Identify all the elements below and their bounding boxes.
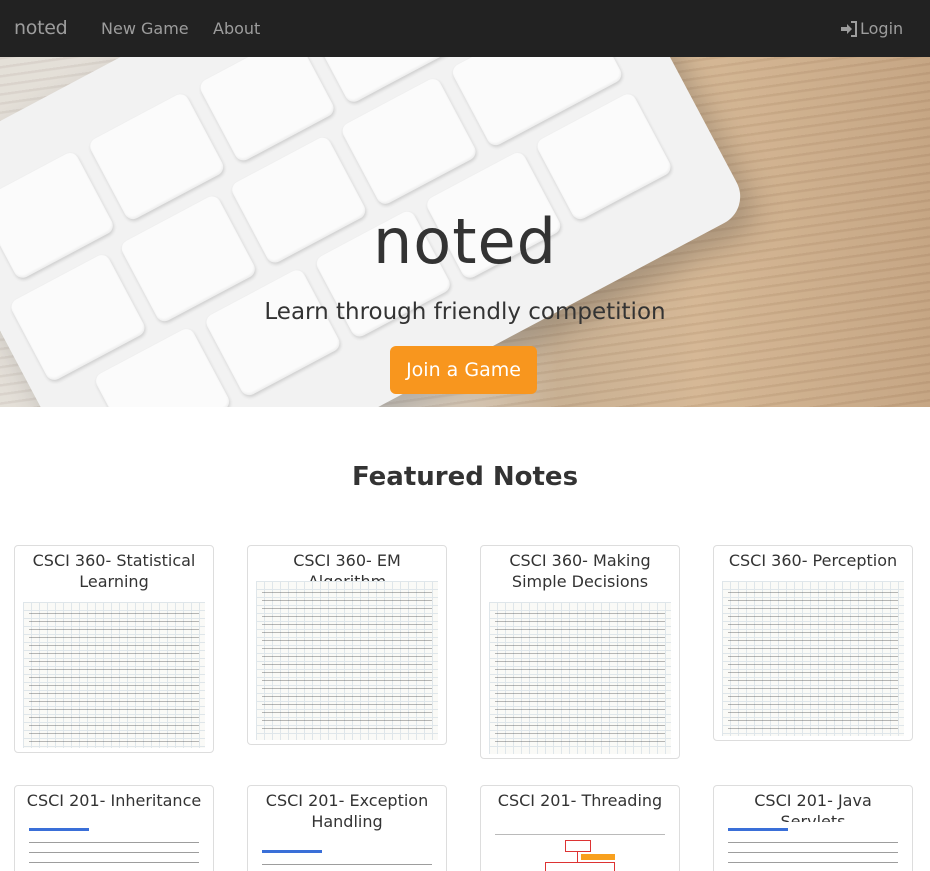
nav-about[interactable]: About	[213, 19, 260, 38]
note-card[interactable]: CSCI 360- Perception	[713, 545, 913, 741]
note-thumbnail	[489, 822, 671, 871]
note-card[interactable]: CSCI 201- Inheritance	[14, 785, 214, 871]
note-thumbnail	[722, 822, 904, 871]
login-link[interactable]: Login	[840, 19, 903, 38]
card-title: CSCI 360- Perception	[728, 551, 898, 570]
card-title: CSCI 201- Inheritance	[26, 791, 202, 810]
nav-new-game[interactable]: New Game	[101, 19, 189, 38]
note-card[interactable]: CSCI 360- Statistical Learning	[14, 545, 214, 753]
sign-in-icon	[841, 20, 857, 37]
hero-title: noted	[372, 205, 558, 278]
note-thumbnail	[256, 844, 438, 871]
note-card[interactable]: CSCI 201- Threading	[480, 785, 680, 871]
note-card[interactable]: CSCI 201- Java Servlets	[713, 785, 913, 871]
login-label: Login	[860, 19, 904, 38]
note-card[interactable]: CSCI 360- EM Algorithm	[247, 545, 447, 745]
note-thumbnail	[722, 581, 904, 736]
note-card[interactable]: CSCI 201- Exception Handling	[247, 785, 447, 871]
navbar: noted New Game About Login	[0, 0, 930, 57]
hero-subtitle: Learn through friendly competition	[264, 299, 666, 325]
hero-banner: noted Learn through friendly competition…	[0, 57, 930, 407]
join-game-button[interactable]: Join a Game	[390, 346, 537, 394]
card-title: CSCI 201- Threading	[497, 791, 663, 810]
card-title: CSCI 360- Making Simple Decisions	[509, 551, 651, 591]
brand-logo[interactable]: noted	[14, 17, 68, 39]
card-title: CSCI 360- Statistical Learning	[32, 551, 196, 591]
note-thumbnail	[23, 822, 205, 871]
note-thumbnail	[489, 602, 671, 754]
featured-notes-heading: Featured Notes	[351, 462, 579, 492]
card-title: CSCI 201- Exception Handling	[265, 791, 429, 831]
note-thumbnail	[23, 602, 205, 748]
note-thumbnail	[256, 581, 438, 740]
note-card[interactable]: CSCI 360- Making Simple Decisions	[480, 545, 680, 759]
